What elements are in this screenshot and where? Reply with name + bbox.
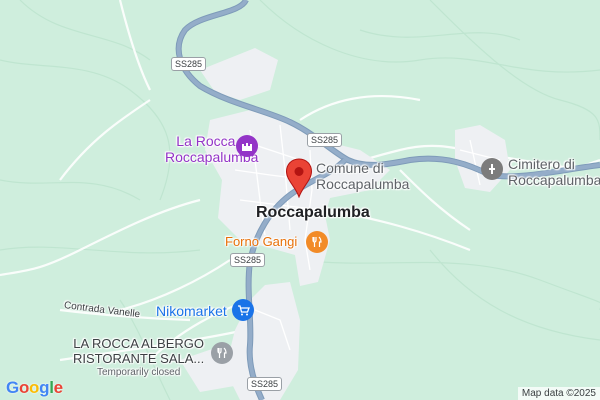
restaurant-icon-glyph (312, 236, 322, 247)
cemetery-label-line2: Roccapalumba (508, 172, 600, 189)
comune-label-line2: Roccapalumba (316, 176, 410, 193)
map-view[interactable]: SS285 SS285 SS285 SS285 La Rocca a Rocca… (0, 0, 600, 400)
road-shield-ss285: SS285 (247, 377, 283, 391)
comune-label-line1: Comune di (316, 160, 384, 176)
road-shield-ss285: SS285 (307, 133, 343, 147)
monument-icon[interactable] (481, 158, 503, 180)
shopping-cart-icon-glyph (237, 304, 250, 315)
shop-label[interactable]: Nikomarket (156, 303, 227, 319)
restaurant-icon-glyph (217, 347, 227, 358)
castle-icon[interactable] (236, 135, 258, 157)
restaurant-label[interactable]: LA ROCCA ALBERGO RISTORANTE SALA... Temp… (73, 336, 205, 378)
logo-letter: G (6, 378, 19, 397)
cemetery-label[interactable]: Cimitero di Roccapalumba (508, 156, 600, 188)
restaurant-status: Temporarily closed (96, 366, 181, 378)
shopping-cart-icon[interactable] (232, 299, 254, 321)
castle-icon-glyph (242, 143, 252, 151)
restaurant-label-line1: LA ROCCA ALBERGO (73, 336, 205, 351)
map-attribution[interactable]: Map data ©2025 (517, 387, 600, 400)
restaurant-icon[interactable] (211, 342, 233, 364)
town-label[interactable]: Roccapalumba (256, 204, 370, 222)
logo-letter: o (29, 378, 40, 397)
restaurant-label-line2: RISTORANTE SALA... (73, 350, 205, 366)
monument-icon-glyph (489, 164, 495, 174)
comune-label[interactable]: Comune di Roccapalumba (316, 160, 409, 192)
logo-letter: o (18, 378, 30, 397)
road-shield-ss285: SS285 (230, 253, 266, 267)
bakery-label[interactable]: Forno Gangi (225, 234, 297, 250)
logo-letter: g (39, 378, 50, 397)
restaurant-icon[interactable] (306, 231, 328, 253)
map-pin-icon[interactable] (285, 158, 313, 198)
logo-letter: e (53, 378, 63, 397)
road-shield-ss285: SS285 (171, 57, 207, 71)
google-logo: Google (6, 378, 63, 398)
cemetery-label-line1: Cimitero di (508, 156, 575, 172)
